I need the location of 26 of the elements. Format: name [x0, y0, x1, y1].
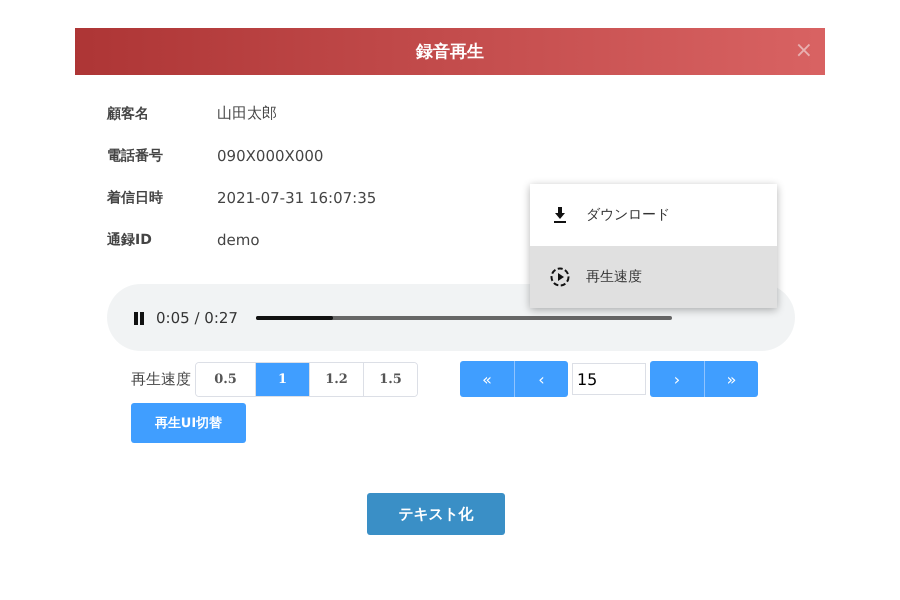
field-label: 電話番号: [107, 146, 164, 164]
field-label: 顧客名: [107, 104, 150, 122]
progress-track[interactable]: [256, 316, 672, 320]
switch-ui-button[interactable]: 再生UI切替: [131, 403, 246, 443]
field-value: 2021-07-31 16:07:35: [217, 188, 376, 206]
pause-icon[interactable]: [132, 310, 146, 326]
speed-label: 再生速度: [131, 370, 191, 388]
transcribe-button[interactable]: テキスト化: [367, 493, 505, 535]
next-page-button[interactable]: ›: [650, 361, 704, 397]
next-page-button[interactable]: »: [704, 361, 758, 397]
dialog-title: 録音再生: [416, 41, 484, 63]
menu-item[interactable]: 再生速度: [530, 246, 777, 308]
time-display: 0:05 / 0:27: [156, 308, 238, 326]
field-label: 着信日時: [107, 188, 164, 206]
close-button[interactable]: ×: [792, 39, 815, 63]
field-label: 通録ID: [107, 230, 153, 248]
field-value: demo: [217, 230, 260, 248]
field-value: 山田太郎: [217, 104, 277, 123]
speed-option[interactable]: 1.5: [363, 362, 417, 396]
speed-option[interactable]: 1: [255, 362, 309, 396]
playback-speed-icon: [550, 267, 570, 287]
previous-page-button[interactable]: ‹: [514, 361, 568, 397]
previous-page-button[interactable]: «: [460, 361, 514, 397]
page-input[interactable]: 15: [572, 363, 646, 395]
field-value: 090X000X000: [217, 146, 324, 164]
menu-item[interactable]: ダウンロード: [530, 184, 777, 246]
